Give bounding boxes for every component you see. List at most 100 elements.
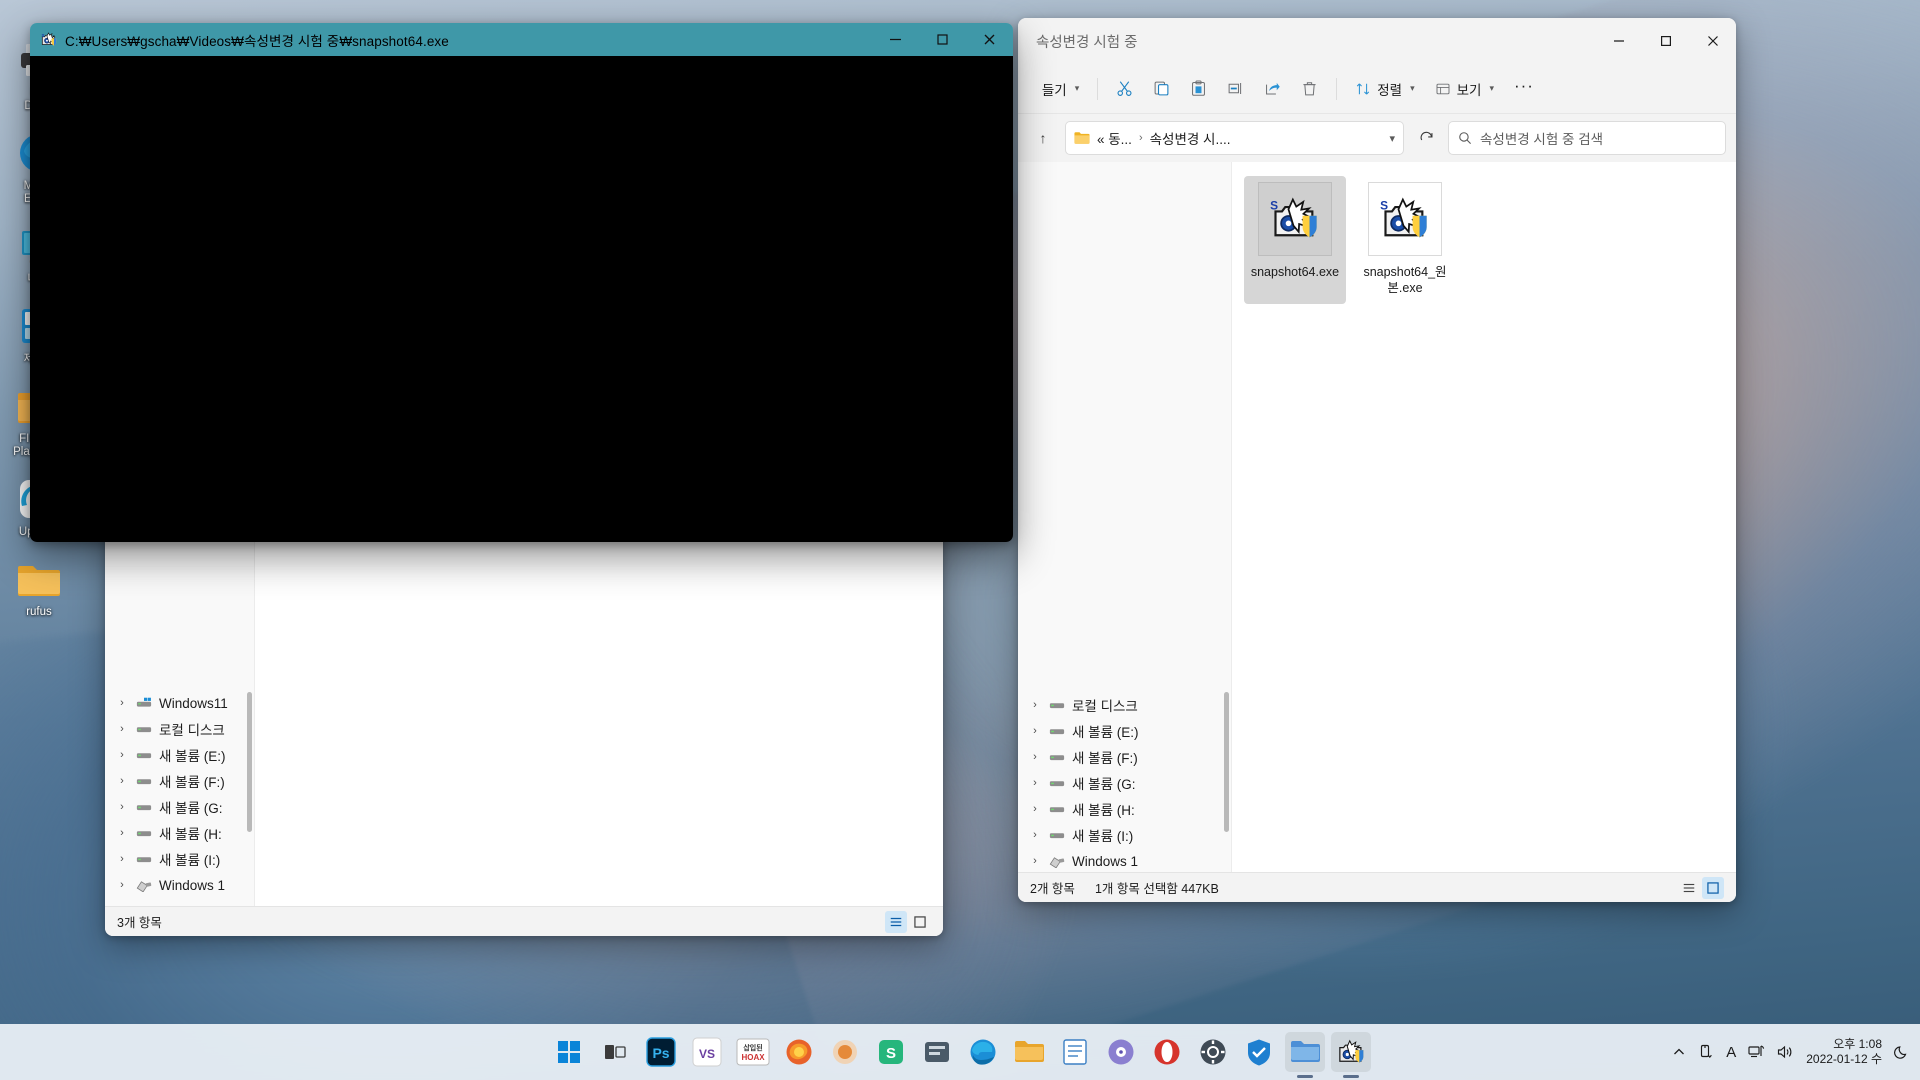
- search-box[interactable]: 속성변경 시험 중 검색: [1448, 121, 1726, 155]
- chevron-right-icon[interactable]: ›: [1028, 751, 1042, 763]
- chevron-right-icon[interactable]: ›: [115, 749, 129, 761]
- chevron-right-icon[interactable]: ›: [1028, 699, 1042, 711]
- navpane-item[interactable]: › 로컬 디스크: [105, 716, 254, 742]
- cut-button[interactable]: [1107, 72, 1142, 106]
- chevron-right-icon[interactable]: ›: [115, 853, 129, 865]
- more-options-button[interactable]: ···: [1505, 72, 1543, 106]
- address-bar[interactable]: « 동... › 속성변경 시.... ▾: [1065, 121, 1404, 155]
- visual-studio-app[interactable]: VS: [687, 1032, 727, 1072]
- opera-app[interactable]: [1147, 1032, 1187, 1072]
- chevron-right-icon[interactable]: ›: [115, 905, 129, 906]
- explorer-window-back[interactable]: 속성변경 시험 중 새로 만들기 들기 ▾: [1018, 18, 1736, 902]
- clock[interactable]: 오후 1:08 2022-01-12 수: [1806, 1037, 1882, 1067]
- photoshop-app[interactable]: Ps: [641, 1032, 681, 1072]
- refresh-button[interactable]: [1411, 123, 1441, 153]
- navpane-item[interactable]: › 새 볼륨 (F:): [105, 768, 254, 794]
- navpane-item[interactable]: › 새 볼륨 (I:): [105, 846, 254, 872]
- delete-button[interactable]: [1292, 72, 1327, 106]
- navpane-item[interactable]: › 로컬 디스크: [1018, 692, 1231, 718]
- firefox-app[interactable]: [779, 1032, 819, 1072]
- close-button[interactable]: [1689, 18, 1736, 64]
- chevron-right-icon[interactable]: ›: [115, 723, 129, 735]
- chevron-right-icon[interactable]: ›: [115, 697, 129, 709]
- maximize-button[interactable]: [1642, 18, 1689, 64]
- chevron-right-icon[interactable]: ›: [1028, 855, 1042, 867]
- navpane-item-label: 새 볼륨 (I:): [1072, 829, 1134, 844]
- navpane-item[interactable]: › 새 볼륨 (E:): [1018, 718, 1231, 744]
- console-output-area[interactable]: [30, 56, 1013, 542]
- details-view-button[interactable]: [885, 910, 907, 933]
- navpane-scrollbar[interactable]: [247, 692, 252, 832]
- edge-app[interactable]: [963, 1032, 1003, 1072]
- notification-button[interactable]: [1894, 1044, 1910, 1060]
- navpane-item[interactable]: › 새 볼륨 (E:): [105, 742, 254, 768]
- chevron-right-icon[interactable]: ›: [1028, 829, 1042, 841]
- console-minimize-button[interactable]: [872, 23, 919, 56]
- volume-button[interactable]: [1777, 1044, 1794, 1060]
- breadcrumb-item-1[interactable]: 속성변경 시....: [1150, 128, 1231, 148]
- chevron-right-icon[interactable]: ›: [1028, 725, 1042, 737]
- app-orange[interactable]: [825, 1032, 865, 1072]
- minimize-button[interactable]: [1595, 18, 1642, 64]
- file-item[interactable]: Ssnapshot64_원본.exe: [1354, 176, 1456, 304]
- copy-button[interactable]: [1144, 72, 1179, 106]
- file-explorer-app[interactable]: [1009, 1032, 1049, 1072]
- navpane-item[interactable]: › Windows 1: [105, 872, 254, 898]
- console-maximize-button[interactable]: [919, 23, 966, 56]
- tray-overflow-button[interactable]: [1672, 1045, 1686, 1059]
- navpane-item[interactable]: › 새 볼륨 (F:): [1018, 744, 1231, 770]
- sort-button[interactable]: 정렬 ▾: [1346, 72, 1423, 106]
- view-button[interactable]: 보기 ▾: [1426, 72, 1503, 106]
- navpane-item[interactable]: › 새 볼륨 (H:: [105, 820, 254, 846]
- console-titlebar[interactable]: S C:₩Users₩gscha₩Videos₩속성변경 시험 중₩snapsh…: [30, 23, 1013, 56]
- search-input[interactable]: 속성변경 시험 중 검색: [1480, 128, 1603, 148]
- navpane-item[interactable]: › 새 볼륨 (I:): [1018, 822, 1231, 848]
- navpane-item[interactable]: › 새 볼륨 (G:: [1018, 770, 1231, 796]
- snapshot-app[interactable]: [1331, 1032, 1371, 1072]
- explorer-window-app[interactable]: [1285, 1032, 1325, 1072]
- start-button[interactable]: [549, 1032, 589, 1072]
- drive-icon: [1049, 780, 1065, 786]
- new-button-visible[interactable]: 들기 ▾: [1033, 72, 1088, 106]
- hoax-app[interactable]: 삽입된 HOAX: [733, 1032, 773, 1072]
- chevron-right-icon[interactable]: ›: [115, 801, 129, 813]
- address-dropdown-icon[interactable]: ▾: [1389, 132, 1395, 145]
- large-icons-view-button[interactable]: [909, 911, 931, 933]
- task-view-button[interactable]: [595, 1032, 635, 1072]
- paste-button[interactable]: [1181, 72, 1216, 106]
- share-button[interactable]: [1255, 72, 1290, 106]
- explorer-back-navpane[interactable]: › 로컬 디스크 › 새 볼륨 (E:) › 새 볼륨 (F:) › 새 볼륨 (G: › 새 볼…: [1018, 162, 1232, 872]
- chevron-right-icon[interactable]: ›: [1028, 777, 1042, 789]
- app-green-s[interactable]: S: [871, 1032, 911, 1072]
- breadcrumb-item-0[interactable]: « 동...: [1097, 128, 1132, 148]
- navpane-item[interactable]: › 새 볼륨 (G:: [105, 794, 254, 820]
- up-button[interactable]: ↑: [1028, 123, 1058, 153]
- notepad-app[interactable]: [1055, 1032, 1095, 1072]
- network-button[interactable]: [1748, 1044, 1765, 1060]
- chevron-right-icon[interactable]: ›: [115, 879, 129, 891]
- ime-indicator[interactable]: A: [1726, 1044, 1736, 1061]
- console-close-button[interactable]: [966, 23, 1013, 56]
- navpane-item[interactable]: › Windows 10: [105, 898, 254, 907]
- navpane-item[interactable]: › Windows11: [105, 690, 254, 716]
- svg-text:S: S: [886, 1045, 896, 1062]
- chevron-right-icon[interactable]: ›: [115, 827, 129, 839]
- details-view-button[interactable]: [1678, 877, 1700, 899]
- navpane-item[interactable]: › 새 볼륨 (H:: [1018, 796, 1231, 822]
- large-icons-view-button[interactable]: [1702, 876, 1724, 899]
- settings-app[interactable]: [1193, 1032, 1233, 1072]
- snapshot-console-window[interactable]: S C:₩Users₩gscha₩Videos₩속성변경 시험 중₩snapsh…: [30, 23, 1013, 542]
- security-app[interactable]: [1239, 1032, 1279, 1072]
- explorer-back-titlebar[interactable]: 속성변경 시험 중: [1018, 18, 1736, 64]
- media-app[interactable]: [1101, 1032, 1141, 1072]
- explorer-back-filelist[interactable]: Ssnapshot64.exe Ssnapshot64_원본.exe: [1232, 162, 1736, 872]
- chevron-right-icon[interactable]: ›: [115, 775, 129, 787]
- rename-button[interactable]: [1218, 72, 1253, 106]
- navpane-item[interactable]: › Windows 1: [1018, 848, 1231, 872]
- chevron-right-icon[interactable]: ›: [1028, 803, 1042, 815]
- app-dark[interactable]: [917, 1032, 957, 1072]
- navpane-scrollbar[interactable]: [1224, 692, 1229, 832]
- file-item[interactable]: Ssnapshot64.exe: [1244, 176, 1346, 304]
- desktop-icon-rufus[interactable]: rufus: [0, 555, 78, 619]
- usb-eject-button[interactable]: [1698, 1044, 1714, 1060]
